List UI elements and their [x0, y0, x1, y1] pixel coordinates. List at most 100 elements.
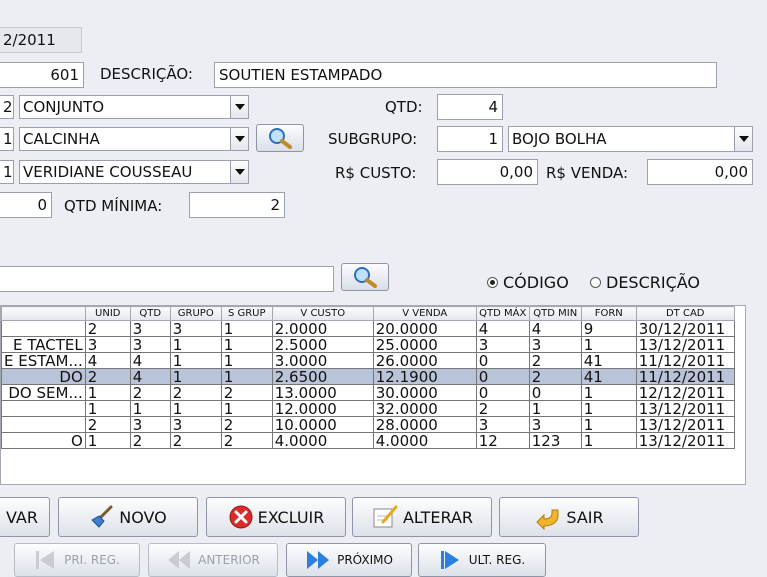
radio-dot-icon	[590, 277, 601, 288]
table-cell: 4.0000	[271, 432, 374, 449]
table-cell: 0	[475, 384, 530, 401]
subgrupo-label: SUBGRUPO:	[328, 130, 418, 148]
radio-descricao[interactable]: DESCRIÇÃO	[590, 273, 700, 292]
next-button[interactable]: PRÓXIMO	[286, 543, 412, 577]
table-cell: 3	[129, 416, 171, 433]
subgrupo-code-field[interactable]: 1	[437, 126, 503, 152]
table-cell: 3	[475, 416, 530, 433]
table-cell: 2.6500	[271, 368, 374, 385]
search-input[interactable]	[0, 266, 334, 292]
table-cell: 1	[580, 416, 637, 433]
grupo-code-field[interactable]: 1	[0, 127, 14, 151]
search-button[interactable]	[341, 263, 389, 291]
column-header[interactable]: QTD	[129, 306, 171, 321]
chevron-down-icon[interactable]	[230, 128, 248, 150]
forn-combo[interactable]: VERIDIANE COUSSEAU	[19, 160, 249, 184]
table-cell: 1	[220, 368, 273, 385]
table-cell: 1	[169, 368, 222, 385]
column-header[interactable]: UNID	[84, 306, 131, 321]
table-cell: 1	[84, 384, 131, 401]
table-cell: 2	[84, 368, 131, 385]
exit-button[interactable]: SAIR	[499, 497, 639, 537]
column-header[interactable]: FORN	[580, 306, 637, 321]
table-row[interactable]: E TACTEL 3 3 1 1 2.5000 25.0000 3 3 1 13/12/2011	[1, 336, 735, 353]
products-grid[interactable]: UNID QTD GRUPO S GRUP V CUSTO V VENDA QTD MÁX Q…	[1, 306, 735, 449]
table-cell: 13/12/2011	[635, 432, 735, 449]
unid-field[interactable]: 0	[0, 192, 52, 218]
table-cell: 2	[220, 432, 273, 449]
column-header[interactable]: DT CAD	[635, 306, 735, 321]
exit-button-label: SAIR	[566, 507, 604, 527]
column-header[interactable]: QTD MIN	[528, 306, 582, 321]
column-header[interactable]: GRUPO	[169, 306, 222, 321]
previous-label: ANTERIOR	[198, 553, 260, 567]
table-cell: O	[1, 432, 86, 449]
table-cell: 2	[220, 384, 273, 401]
table-cell: 2	[528, 368, 582, 385]
table-cell: 3	[169, 416, 222, 433]
table-cell: 1	[220, 400, 273, 417]
table-cell: 1	[580, 336, 637, 353]
exit-arrow-icon	[536, 509, 559, 530]
chevron-down-icon[interactable]	[734, 127, 752, 151]
delete-x-icon	[229, 505, 253, 529]
table-cell: 4	[528, 320, 582, 337]
table-row[interactable]: 1 1 1 1 12.0000 32.0000 2 1 1 13/12/2011	[1, 400, 735, 417]
column-header[interactable]: V VENDA	[372, 306, 477, 321]
table-cell: 12.1900	[372, 368, 477, 385]
table-cell	[1, 320, 86, 337]
delete-button[interactable]: EXCLUIR	[206, 497, 346, 537]
products-table[interactable]: UNID QTD GRUPO S GRUP V CUSTO V VENDA QTD MÁX Q…	[0, 305, 746, 485]
radio-codigo[interactable]: CÓDIGO	[487, 273, 569, 292]
table-row[interactable]: O 1 2 2 2 4.0000 4.0000 12 123 1 13/12/2011	[1, 432, 735, 449]
table-cell: 123	[528, 432, 582, 449]
conjunto-combo[interactable]: CONJUNTO	[19, 95, 249, 119]
table-row[interactable]: DO 2 4 1 1 2.6500 12.1900 0 2 41 11/12/2011	[1, 368, 735, 385]
grupo-search-button[interactable]	[256, 124, 304, 152]
first-record-button[interactable]: PRI. REG.	[14, 543, 140, 577]
subgrupo-combo[interactable]: BOJO BOLHA	[508, 126, 753, 152]
table-cell: 3	[528, 416, 582, 433]
conjunto-code-field[interactable]: 2	[0, 95, 14, 119]
chevron-down-icon[interactable]	[230, 96, 248, 118]
table-cell: 2	[84, 320, 131, 337]
chevron-down-icon[interactable]	[230, 161, 248, 183]
custo-field[interactable]: 0,00	[437, 159, 538, 185]
descricao-field[interactable]: SOUTIEN ESTAMPADO	[214, 62, 717, 88]
save-button-label: VAR	[6, 507, 38, 527]
grupo-combo[interactable]: CALCINHA	[19, 127, 249, 151]
venda-field[interactable]: 0,00	[647, 159, 753, 185]
table-cell: 3	[84, 336, 131, 353]
column-header[interactable]: S GRUP	[220, 306, 273, 321]
qtd-field[interactable]: 4	[437, 94, 503, 120]
last-record-button[interactable]: ULT. REG.	[418, 543, 546, 577]
qtd-minima-field[interactable]: 2	[189, 192, 285, 218]
column-header[interactable]: QTD MÁX	[475, 306, 530, 321]
table-cell: 30/12/2011	[635, 320, 735, 337]
table-cell: 1	[169, 336, 222, 353]
edit-button-label: ALTERAR	[402, 507, 474, 527]
column-header[interactable]: V CUSTO	[271, 306, 374, 321]
save-button[interactable]: VAR	[0, 497, 50, 537]
table-cell: 3.0000	[271, 352, 374, 369]
table-cell: 10.0000	[271, 416, 374, 433]
codigo-field[interactable]: 601	[0, 62, 84, 88]
table-row[interactable]: 2 3 3 2 10.0000 28.0000 3 3 1 13/12/2011	[1, 416, 735, 433]
new-button[interactable]: NOVO	[58, 497, 198, 537]
table-cell: 9	[580, 320, 637, 337]
edit-button[interactable]: ALTERAR	[352, 497, 492, 537]
table-cell: 3	[528, 336, 582, 353]
table-cell: 2	[475, 400, 530, 417]
table-row[interactable]: E ESTAM... 4 4 1 1 3.0000 26.0000 0 2 41 11/12/201…	[1, 352, 735, 369]
previous-button[interactable]: ANTERIOR	[148, 543, 278, 577]
table-cell: 2	[84, 416, 131, 433]
table-cell: 3	[129, 336, 171, 353]
table-cell: 3	[475, 336, 530, 353]
first-record-icon	[36, 551, 55, 569]
table-row[interactable]: 2 3 3 1 2.0000 20.0000 4 4 9 30/12/2011	[1, 320, 735, 337]
table-row[interactable]: DO SEM... 1 2 2 2 13.0000 30.0000 0 0 1 12/12/2011	[1, 384, 735, 401]
forn-code-field[interactable]: 1	[0, 160, 14, 184]
table-cell: 26.0000	[372, 352, 477, 369]
table-cell: 4	[129, 368, 171, 385]
column-header[interactable]	[1, 306, 86, 321]
